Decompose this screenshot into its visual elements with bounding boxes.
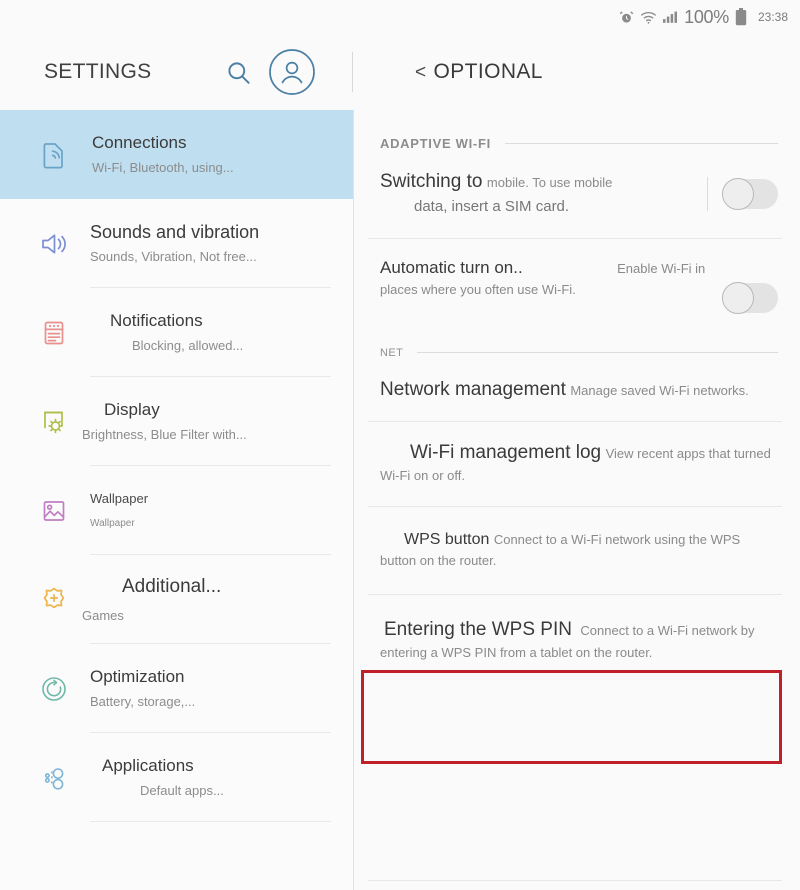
row-network-management[interactable]: Network management Manage saved Wi-Fi ne… [354, 359, 800, 423]
row-title: Automatic turn on.. [380, 257, 523, 277]
section-header-net: NET [354, 333, 800, 359]
connections-icon [28, 138, 80, 172]
switching-to-mobile-toggle[interactable] [722, 178, 778, 210]
sidebar-item-subtitle: Wallpaper [90, 517, 135, 529]
sidebar-item-display[interactable]: Display Brightness, Blue Filter with... [0, 377, 353, 466]
wifi-icon [640, 10, 657, 25]
row-control [707, 169, 778, 211]
row-title: Entering the WPS PIN [384, 619, 572, 641]
applications-icon [28, 761, 80, 795]
optional-settings-panel: ADAPTIVE WI-FI Switching to mobile. To u… [354, 110, 800, 890]
sidebar-item-text: Applications Default apps... [80, 755, 224, 800]
battery-icon [735, 8, 747, 26]
section-rule [417, 352, 778, 354]
row-text: Entering the WPS PIN Connect to a Wi-Fi … [380, 617, 778, 663]
wallpaper-icon [28, 494, 80, 528]
sidebar-item-text: Sounds and vibration Sounds, Vibration, … [80, 220, 259, 267]
optimization-icon [28, 672, 80, 706]
settings-sidebar: Connections Wi-Fi, Bluetooth, using... S… [0, 110, 353, 890]
section-label: ADAPTIVE WI-FI [380, 136, 491, 151]
row-entering-the-wps-pin[interactable]: Entering the WPS PIN Connect to a Wi-Fi … [354, 595, 800, 683]
sidebar-item-text: Connections Wi-Fi, Bluetooth, using... [80, 132, 234, 177]
sidebar-item-connections[interactable]: Connections Wi-Fi, Bluetooth, using... [0, 110, 353, 199]
sidebar-item-subtitle: Blocking, allowed... [132, 337, 244, 353]
row-title: Wi-Fi management log [410, 442, 602, 464]
sidebar-item-text: Wallpaper Wallpaper [80, 490, 148, 531]
alarm-icon [619, 10, 634, 25]
sidebar-item-subtitle: Wi-Fi, Bluetooth, using... [92, 159, 234, 175]
sidebar-item-subtitle: Battery, storage,... [90, 693, 196, 709]
sidebar-item-additional[interactable]: Additional... Games [0, 555, 353, 644]
sidebar-item-text: Optimization Battery, storage,... [80, 666, 195, 711]
section-rule [504, 143, 778, 144]
row-text: WPS button Connect to a Wi-Fi network us… [380, 529, 778, 572]
additional-icon [28, 583, 80, 617]
sidebar-item-title: Sounds and vibration [90, 222, 260, 243]
row-text: Automatic turn on.. Enable Wi-Fi in plac… [380, 257, 722, 301]
notifications-icon [28, 316, 80, 350]
header-right: < OPTIONAL [353, 34, 800, 110]
automatic-turn-on-toggle[interactable] [722, 281, 778, 314]
row-subtitle: Manage saved Wi-Fi networks. [570, 382, 749, 398]
search-icon[interactable] [225, 59, 252, 86]
sidebar-item-subtitle: Brightness, Blue Filter with... [82, 426, 247, 442]
sidebar-item-subtitle: Sounds, Vibration, Not free... [90, 249, 257, 265]
row-text: Network management Manage saved Wi-Fi ne… [380, 377, 778, 403]
header-divider [352, 52, 353, 92]
header-bar: SETTINGS < OPTIONAL [0, 34, 800, 110]
sidebar-item-subtitle: Games [82, 607, 124, 623]
status-clock: 23:38 [757, 10, 788, 24]
row-wps-button[interactable]: WPS button Connect to a Wi-Fi network us… [354, 507, 800, 596]
sidebar-item-title: Optimization [90, 666, 185, 686]
row-automatic-turn-on[interactable]: Automatic turn on.. Enable Wi-Fi in plac… [354, 239, 800, 333]
signal-icon [663, 10, 678, 24]
page-title[interactable]: < OPTIONAL [415, 60, 543, 84]
row-subtitle-line2: data, insert a SIM card. [414, 197, 570, 215]
sidebar-item-text: Display Brightness, Blue Filter with... [80, 399, 247, 444]
section-label: NET [380, 346, 404, 359]
row-subtitle-line1: mobile. To use mobile [486, 175, 613, 190]
sidebar-item-applications[interactable]: Applications Default apps... [0, 733, 353, 822]
display-icon [28, 405, 80, 439]
sidebar-item-title: Notifications [110, 310, 203, 330]
row-wifi-management-log[interactable]: Wi-Fi management log View recent apps th… [354, 422, 800, 507]
sound-icon [28, 227, 80, 261]
sidebar-item-title: Display [104, 399, 160, 419]
sidebar-item-text: Additional... Games [80, 574, 221, 625]
row-title: Network management [380, 378, 566, 400]
control-divider [707, 177, 708, 211]
row-text: Switching to mobile. To use mobile data,… [380, 169, 707, 219]
row-control [722, 257, 778, 314]
section-header-adaptive-wifi: ADAPTIVE WI-FI [354, 110, 800, 151]
status-bar: 100% 23:38 [0, 0, 800, 34]
toggle-knob [722, 281, 754, 314]
sidebar-item-title: Wallpaper [90, 491, 149, 507]
sidebar-divider [90, 821, 331, 822]
sidebar-item-title: Applications [102, 755, 194, 775]
sidebar-item-optimization[interactable]: Optimization Battery, storage,... [0, 644, 353, 733]
row-title: Switching to [380, 171, 483, 192]
sidebar-item-title: Additional... [122, 575, 222, 597]
sidebar-item-title: Connections [92, 132, 187, 152]
sidebar-item-wallpaper[interactable]: Wallpaper Wallpaper [0, 466, 353, 555]
row-title: WPS button [404, 530, 490, 548]
sidebar-item-subtitle: Default apps... [140, 782, 224, 798]
panel-bottom-divider [368, 880, 782, 881]
header-left: SETTINGS [0, 34, 353, 110]
body-split: Connections Wi-Fi, Bluetooth, using... S… [0, 110, 800, 890]
sidebar-item-sounds-and-vibration[interactable]: Sounds and vibration Sounds, Vibration, … [0, 199, 353, 288]
row-switching-to-mobile[interactable]: Switching to mobile. To use mobile data,… [354, 151, 800, 239]
sidebar-item-text: Notifications Blocking, allowed... [80, 310, 243, 355]
toggle-knob [722, 178, 754, 210]
account-icon[interactable] [268, 48, 316, 96]
app-title: SETTINGS [44, 60, 152, 83]
battery-percent: 100% [684, 6, 729, 27]
header-actions [225, 48, 316, 96]
back-chevron-icon[interactable]: < [415, 62, 427, 84]
sidebar-item-notifications[interactable]: Notifications Blocking, allowed... [0, 288, 353, 377]
settings-screen: 100% 23:38 SETTINGS < OPTIONAL Connectio… [0, 0, 800, 890]
page-title-label: OPTIONAL [433, 60, 543, 83]
row-text: Wi-Fi management log View recent apps th… [380, 440, 778, 486]
